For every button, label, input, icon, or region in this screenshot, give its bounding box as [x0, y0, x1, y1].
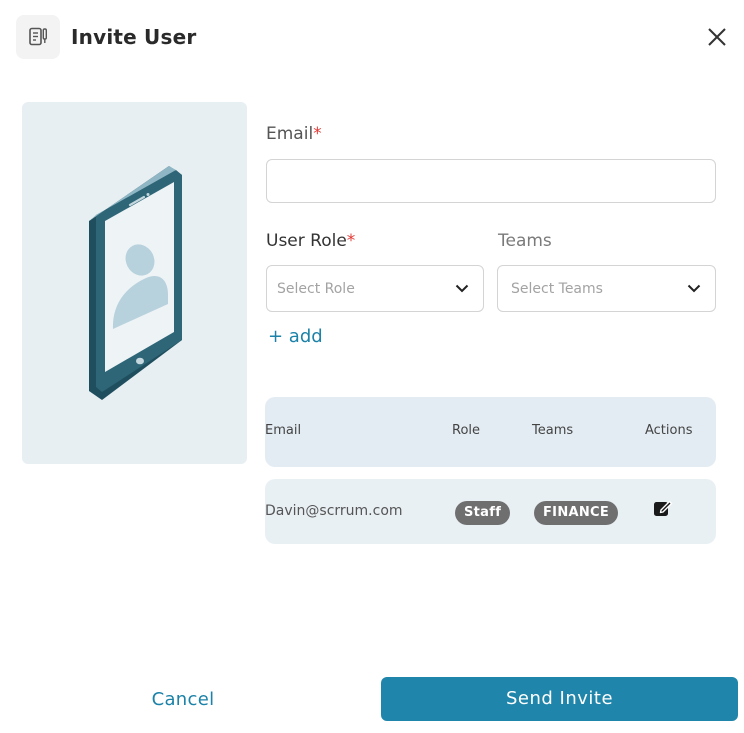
edit-icon[interactable]: [653, 498, 673, 518]
email-input[interactable]: [266, 159, 716, 203]
user-role-label: User Role*: [266, 231, 356, 251]
email-label: Email*: [266, 124, 322, 144]
required-marker: *: [346, 231, 356, 251]
invite-table-header: Email Role Teams Actions: [265, 397, 716, 467]
teams-select-placeholder: Select Teams: [511, 280, 603, 297]
team-badge: FINANCE: [534, 501, 619, 525]
tablet-user-illustration: [22, 102, 247, 464]
close-icon[interactable]: [704, 24, 730, 50]
add-invite-link[interactable]: + add: [268, 326, 323, 347]
send-invite-button[interactable]: Send Invite: [381, 677, 738, 721]
role-select-placeholder: Select Role: [277, 280, 355, 297]
chevron-down-icon: [455, 284, 469, 293]
invite-document-icon: [16, 15, 60, 59]
dialog-title: Invite User: [71, 25, 197, 49]
teams-label: Teams: [498, 231, 552, 251]
column-header-teams: Teams: [532, 423, 574, 438]
column-header-actions: Actions: [645, 423, 693, 438]
row-email: Davin@scrrum.com: [265, 503, 403, 519]
role-select[interactable]: Select Role: [266, 265, 484, 312]
role-badge: Staff: [455, 501, 511, 525]
table-row: Davin@scrrum.com Staff FINANCE: [265, 479, 716, 544]
chevron-down-icon: [687, 284, 701, 293]
required-marker: *: [313, 124, 322, 144]
column-header-email: Email: [265, 423, 302, 438]
dialog-header: Invite User: [16, 14, 196, 60]
cancel-button[interactable]: Cancel: [118, 678, 248, 722]
teams-select[interactable]: Select Teams: [497, 265, 716, 312]
column-header-role: Role: [452, 423, 481, 438]
